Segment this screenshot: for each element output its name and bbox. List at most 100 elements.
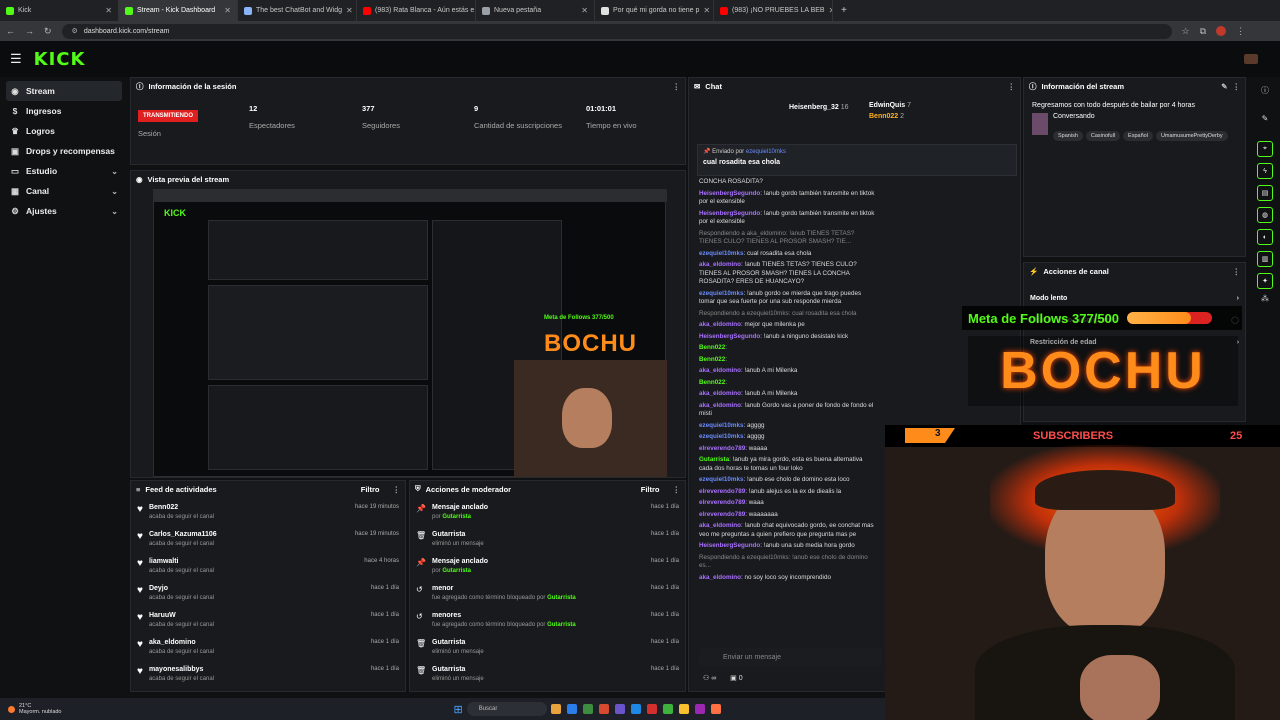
more-icon[interactable]: ⋮ [673,82,681,91]
modact-by[interactable]: Gutarrista [442,568,471,574]
chat-username[interactable]: ezequiel10mks [699,433,743,440]
chat-username[interactable]: aka_eldomino [699,574,741,581]
modact-filter-button[interactable]: Filtro [641,485,660,494]
tab-close-icon[interactable]: ✕ [703,6,710,15]
modact-by[interactable]: Gutarrista [547,622,576,628]
users-icon[interactable]: ⚇ ∞ [703,675,716,682]
browser-tab[interactable]: (983) ¡NO PRUEBES LA BEB ✕ [714,0,833,21]
chat-username[interactable]: HeisenbergSegundo [699,190,760,197]
sidebar-item-ingresos[interactable]: $ Ingresos [6,101,122,121]
profile-avatar[interactable] [1216,26,1227,36]
chat-username[interactable]: HeisenbergSegundo [699,210,760,217]
chat-input[interactable]: Enviar un mensaje [699,648,882,666]
tab-close-icon[interactable]: ✕ [581,6,588,15]
chat-username[interactable]: aka_eldomino [699,390,741,397]
preview-video[interactable]: KICK Meta de Follows 377/500 BOCHU [153,189,667,477]
chat-username[interactable]: elreverendo789 [699,445,745,452]
audio-icon[interactable]: ◐ [1257,229,1273,245]
layout-icon[interactable]: ▥ [1257,251,1273,267]
sidebar-item-stream[interactable]: ◉ Stream [6,81,122,101]
taskbar-app-icon[interactable] [662,704,673,714]
browser-tab[interactable]: (983) Rata Blanca - Aún estás e✕ [357,0,476,21]
chat-bubble-icon[interactable]: ◍ [1257,207,1273,223]
chat-username[interactable]: aka_eldomino [699,321,741,328]
taskbar-app-icon[interactable] [694,704,705,714]
tab-close-icon[interactable]: ✕ [105,6,112,15]
chevron-right-icon[interactable]: › [1237,295,1239,302]
forward-icon[interactable]: → [25,26,34,36]
chanact-more-icon[interactable]: ⋮ [1233,267,1241,276]
kick-logo[interactable]: KICK [34,49,86,70]
browser-tab[interactable]: Nueva pestaña ✕ [476,0,595,21]
sidebar-item-drops[interactable]: ▣ Drops y recompensas [6,141,122,161]
chat-username[interactable]: Benn022 [699,379,725,386]
pinned-message[interactable]: 📌 Enviado por ezequiel10mks cual rosadit… [697,144,1017,176]
sidebar-item-ajustes[interactable]: ⚙ Ajustes ⌄ [6,201,122,221]
browser-menu-icon[interactable]: ⋮ [1236,26,1245,37]
chat-more-icon[interactable]: ⋮ [1008,82,1016,91]
new-tab-icon[interactable]: + [841,5,847,16]
browser-tab[interactable]: Stream - Kick Dashboard ✕ [119,0,238,21]
taskbar-app-icon[interactable] [550,704,561,714]
url-field[interactable]: ⚙ dashboard.kick.com/stream [61,23,1172,39]
modact-by[interactable]: Gutarrista [442,514,471,520]
pencil-icon[interactable]: ✎ [1250,114,1280,123]
modact-more-icon[interactable]: ⋮ [673,485,681,494]
back-icon[interactable]: ← [6,26,15,36]
document-icon[interactable]: ▤ [1257,185,1273,201]
bookmark-star-icon[interactable]: ☆ [1182,26,1190,37]
tab-close-icon[interactable]: ✕ [224,6,231,15]
chat-username[interactable]: elreverendo789 [699,511,745,518]
stream-tag[interactable]: UmamusumePrettyDerby [1155,131,1228,141]
bolt-icon[interactable]: ϟ [1257,163,1273,179]
reload-icon[interactable]: ↻ [44,26,52,37]
taskbar-app-icon[interactable] [582,704,593,714]
chat-username[interactable]: elreverendo789 [699,499,745,506]
chat-username[interactable]: HeisenbergSegundo [699,542,760,549]
taskbar-app-icon[interactable] [614,704,625,714]
modact-by[interactable]: Gutarrista [547,595,576,601]
chat-username[interactable]: ezequiel10mks [699,476,743,483]
windows-start-icon[interactable]: ⊞ [454,703,463,716]
user-avatar[interactable] [1244,54,1258,64]
site-info-icon[interactable]: ⚙ [72,27,78,35]
crosshair-icon[interactable]: ⌖ [1257,141,1273,157]
sidebar-item-canal[interactable]: ▦ Canal ⌄ [6,181,122,201]
chat-username[interactable]: HeisenbergSegundo [699,333,760,340]
wrench-icon[interactable]: ✦ [1257,273,1273,289]
edit-icon[interactable]: ✎ [1221,82,1227,91]
chat-username[interactable]: elreverendo789 [699,488,745,495]
hamburger-menu-icon[interactable]: ☰ [10,51,22,67]
chat-username[interactable]: Benn022 [699,344,725,351]
chat-username[interactable]: aka_eldomino [699,367,741,374]
help-icon[interactable]: ⓘ [1250,85,1280,96]
tab-close-icon[interactable]: ✕ [346,6,353,15]
sidebar-item-logros[interactable]: ♛ Logros [6,121,122,141]
extensions-icon[interactable]: ⧉ [1200,26,1206,37]
taskbar-app-icon[interactable] [598,704,609,714]
chat-username[interactable]: aka_eldomino [699,402,741,409]
taskbar-app-icon[interactable] [630,704,641,714]
browser-tab[interactable]: The best ChatBot and Widg ✕ [238,0,357,21]
gift-icon[interactable]: ▣ [730,675,737,682]
taskbar-search[interactable]: Buscar [466,702,547,716]
taskbar-app-icon[interactable] [646,704,657,714]
chat-username[interactable]: Gutarrista [699,456,729,463]
chat-username[interactable]: aka_eldomino [699,261,741,268]
stream-tag[interactable]: Casinofull [1085,131,1121,141]
browser-tab[interactable]: Por qué mi gorda no tiene p ✕ [595,0,714,21]
tab-close-icon[interactable]: ✕ [829,6,832,15]
nodes-icon[interactable]: ⁂ [1250,294,1280,303]
browser-tab[interactable]: Kick ✕ [0,0,119,21]
streaminfo-more-icon[interactable]: ⋮ [1233,82,1241,91]
feed-more-icon[interactable]: ⋮ [393,485,401,494]
stream-tag[interactable]: Spanish [1053,131,1083,141]
taskbar-app-icon[interactable] [710,704,721,714]
sidebar-item-estudio[interactable]: ▭ Estudio ⌄ [6,161,122,181]
taskbar-app-icon[interactable] [566,704,577,714]
chat-username[interactable]: ezequiel10mks [699,422,743,429]
taskbar-app-icon[interactable] [678,704,689,714]
chat-username[interactable]: Benn022 [699,356,725,363]
feed-filter-button[interactable]: Filtro [361,485,380,494]
chat-username[interactable]: ezequiel10mks [699,250,743,257]
